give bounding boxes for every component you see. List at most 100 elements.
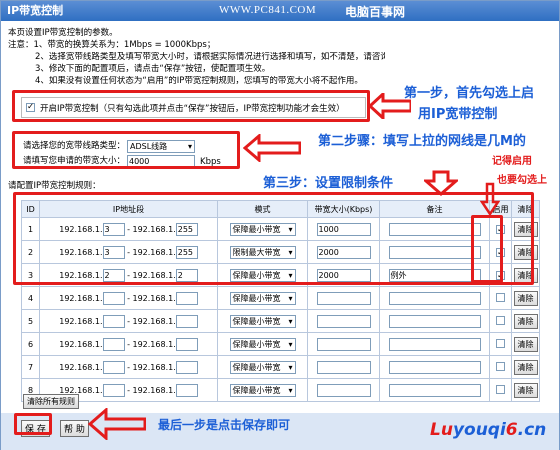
table-row: 4192.168.1. - 192.168.1. 保障最小带宽 清除	[21, 286, 540, 310]
rule-enabled-checkbox[interactable]	[496, 384, 505, 394]
ip-end-input[interactable]	[175, 383, 198, 397]
ip-separator: - 192.168.1.	[127, 316, 176, 326]
annotation-remember-enable-1: 记得启用	[492, 156, 532, 167]
bandwidth-cell	[307, 378, 380, 402]
clear-rule-button[interactable]: 清除	[513, 290, 538, 306]
rule-enabled-checkbox[interactable]	[496, 292, 505, 302]
bandwidth-input[interactable]	[316, 314, 371, 328]
arrow-step2-icon	[243, 134, 301, 162]
table-row: 6192.168.1. - 192.168.1.保障最小带宽清除	[21, 332, 540, 356]
ip-end-input[interactable]	[175, 360, 198, 374]
clear-rule-button[interactable]: 清除	[513, 382, 538, 398]
note-input[interactable]	[388, 383, 481, 397]
mode-cell: 保障最小带宽	[217, 355, 308, 379]
ip-start-input[interactable]	[102, 383, 125, 397]
rule-enabled-checkbox[interactable]	[496, 361, 505, 371]
rule-enabled-checkbox[interactable]	[496, 338, 505, 348]
mode-cell: 保障最小带宽	[217, 309, 308, 333]
arrow-step3-icon	[424, 170, 458, 196]
ip-start-input[interactable]	[102, 291, 125, 305]
ip-range-cell: 192.168.1. - 192.168.1.	[39, 355, 218, 379]
ip-end-input[interactable]	[175, 314, 198, 328]
clear-cell: 清除	[511, 286, 540, 310]
clear-rule-button[interactable]: 清除	[513, 313, 538, 329]
bandwidth-input[interactable]	[316, 337, 371, 351]
ip-start-input[interactable]	[102, 337, 125, 351]
note-input[interactable]	[388, 291, 481, 305]
bandwidth-input[interactable]	[316, 360, 371, 374]
clear-rule-button[interactable]: 清除	[513, 336, 538, 352]
highlight-box-step1	[12, 90, 370, 122]
ip-prefix: 192.168.1.	[59, 339, 103, 349]
mode-cell: 保障最小带宽	[217, 286, 308, 310]
note-input[interactable]	[388, 337, 481, 351]
ip-separator: - 192.168.1.	[127, 339, 176, 349]
note-input[interactable]	[388, 314, 481, 328]
table-row: 5192.168.1. - 192.168.1.保障最小带宽清除	[21, 309, 540, 333]
clear-rule-button[interactable]: 清除	[513, 359, 538, 375]
note-input[interactable]	[388, 360, 481, 374]
clear-cell: 清除	[511, 355, 540, 379]
clear-all-rules-button[interactable]: 清除所有规则	[23, 394, 79, 409]
mode-select[interactable]: 保障最小带宽	[229, 291, 296, 305]
help-button[interactable]: 帮 助	[60, 420, 89, 437]
note-cell	[379, 286, 490, 310]
rule-id: 4	[21, 286, 40, 310]
note-1: 注意：1、带宽的换算关系为：1Mbps = 1000Kbps；	[8, 40, 216, 50]
rule-id: 7	[21, 355, 40, 379]
ip-prefix: 192.168.1.	[59, 362, 103, 372]
ip-end-input[interactable]	[175, 291, 198, 305]
ip-start-input[interactable]	[102, 314, 125, 328]
note-cell	[379, 332, 490, 356]
rules-heading: 请配置IP带宽控制规则：	[8, 181, 101, 191]
note-2: 2、选择宽带线路类型及填写带宽大小时，请根据实际情况进行选择和填写，如不清楚，请…	[35, 52, 385, 62]
note-cell	[379, 378, 490, 402]
highlight-box-step3	[13, 192, 534, 285]
annotation-step1-line2: 用IP宽带控制	[418, 107, 498, 122]
arrow-enable-icon	[480, 182, 500, 216]
bandwidth-input[interactable]	[316, 383, 371, 397]
annotation-step3: 第三步：设置限制条件	[263, 176, 394, 191]
annotation-last-step: 最后一步是点击保存即可	[158, 418, 291, 432]
site-name: 电脑百事网	[345, 5, 406, 19]
mode-select[interactable]: 保障最小带宽	[229, 360, 296, 374]
rule-enabled-checkbox[interactable]	[496, 315, 505, 325]
table-row: 8192.168.1. - 192.168.1.保障最小带宽清除	[21, 378, 540, 402]
table-row: 7192.168.1. - 192.168.1. 保障最小带宽 清除	[21, 355, 540, 379]
enabled-cell	[489, 309, 512, 333]
note-3: 3、修改下面的配置项后，请点击“保存”按钮，使配置项生效。	[35, 64, 271, 74]
mode-select[interactable]: 保障最小带宽	[229, 383, 296, 397]
ip-prefix: 192.168.1.	[59, 316, 103, 326]
mode-cell: 保障最小带宽	[217, 332, 308, 356]
mode-select[interactable]: 保障最小带宽	[229, 314, 296, 328]
ip-start-input[interactable]	[102, 360, 125, 374]
note-cell	[379, 309, 490, 333]
arrow-save-icon	[88, 408, 146, 440]
ip-range-cell: 192.168.1. - 192.168.1.	[39, 286, 218, 310]
note-cell	[379, 355, 490, 379]
ip-range-cell: 192.168.1. - 192.168.1.	[39, 332, 218, 356]
bandwidth-input[interactable]	[316, 291, 371, 305]
mode-select[interactable]: 保障最小带宽	[229, 337, 296, 351]
highlight-box-enable-column	[471, 215, 503, 283]
rule-id: 6	[21, 332, 40, 356]
clear-cell: 清除	[511, 309, 540, 333]
ip-separator: - 192.168.1.	[127, 385, 176, 395]
ip-separator: - 192.168.1.	[127, 293, 176, 303]
bandwidth-cell	[307, 286, 380, 310]
note-4: 4、如果没有设置任何状态为“启用”的IP带宽控制规则，您填写的带宽大小将不起作用…	[35, 76, 363, 86]
enabled-cell	[489, 378, 512, 402]
clear-cell: 清除	[511, 332, 540, 356]
ip-end-input[interactable]	[175, 337, 198, 351]
bandwidth-cell	[307, 309, 380, 333]
annotation-remember-enable-2: 也要勾选上	[497, 175, 547, 186]
bandwidth-cell	[307, 355, 380, 379]
site-url: WWW.PC841.COM	[219, 4, 317, 16]
enabled-cell	[489, 332, 512, 356]
annotation-step2: 第二步骤：填写上拉的网线是几M的	[318, 134, 526, 149]
mode-cell: 保障最小带宽	[217, 378, 308, 402]
intro-text: 本页设置IP带宽控制的参数。	[8, 28, 118, 38]
highlight-box-step2	[12, 131, 240, 169]
enabled-cell	[489, 286, 512, 310]
highlight-box-save	[14, 413, 52, 435]
